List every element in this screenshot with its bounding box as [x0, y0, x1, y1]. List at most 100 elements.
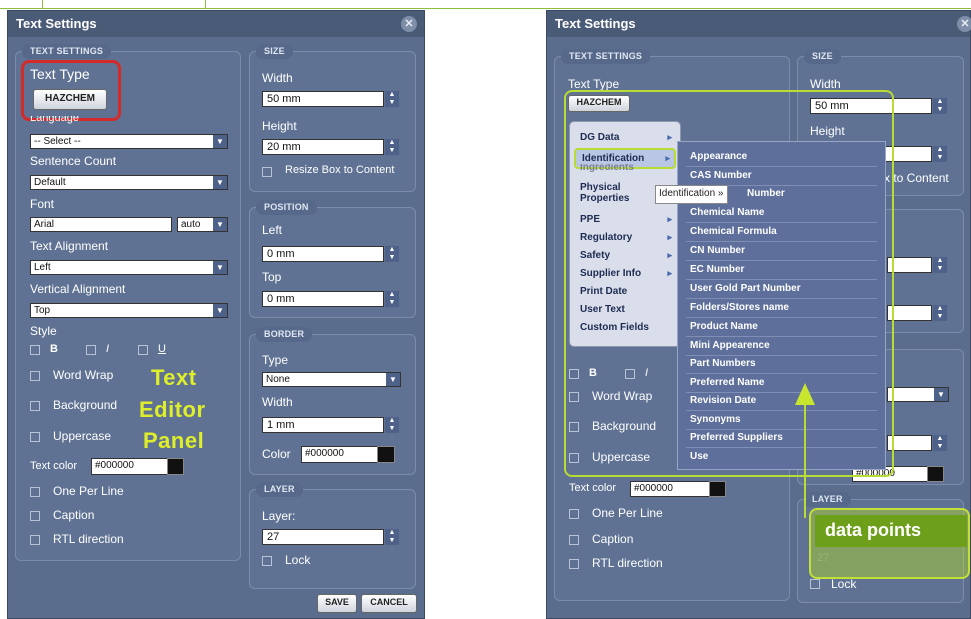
one-per-line-checkbox[interactable] — [569, 509, 579, 519]
width-input[interactable]: 50 mm ▲ ▼ — [262, 91, 399, 107]
border-legend: BORDER — [256, 327, 313, 342]
layer-input[interactable]: 27 ▲ ▼ — [262, 529, 399, 545]
stepper-icon[interactable]: ▲ ▼ — [385, 91, 399, 107]
menu-item-user-text[interactable]: User Text — [574, 301, 676, 318]
one-per-line-checkbox[interactable] — [30, 487, 40, 497]
chevron-down-icon: ▼ — [213, 261, 227, 274]
rtl-direction-label: RTL direction — [592, 556, 663, 570]
font-input[interactable]: Arial — [30, 217, 172, 232]
uppercase-checkbox[interactable] — [30, 432, 40, 442]
border-type-value: None — [266, 374, 290, 385]
submenu-item[interactable]: CAS Number — [686, 167, 877, 186]
menu-item-safety[interactable]: Safety ▸ — [574, 247, 676, 264]
submenu-item[interactable]: EC Number — [686, 261, 877, 280]
submenu-item[interactable]: Chemical Name — [686, 204, 877, 223]
underline-checkbox[interactable] — [138, 345, 148, 355]
rtl-direction-checkbox[interactable] — [30, 535, 40, 545]
lock-checkbox[interactable] — [810, 579, 820, 589]
caption-checkbox[interactable] — [30, 511, 40, 521]
caption-checkbox[interactable] — [569, 535, 579, 545]
text-color-swatch[interactable] — [709, 481, 726, 497]
text-alignment-select[interactable]: Left ▼ — [30, 260, 228, 275]
close-icon[interactable]: ✕ — [401, 16, 417, 32]
stepper-icon[interactable]: ▲ ▼ — [933, 305, 947, 321]
hazchem-button[interactable]: HAZCHEM — [33, 89, 107, 110]
stepper-icon[interactable]: ▲ ▼ — [933, 98, 947, 114]
submenu-item[interactable]: Mini Appearence — [686, 337, 877, 356]
submenu-item[interactable]: Revision Date — [686, 392, 877, 411]
menu-item-ingredients[interactable]: Ingredients — [574, 164, 676, 177]
language-label: Language — [30, 116, 79, 124]
page-top-tick-2 — [205, 0, 206, 9]
submenu-item[interactable]: CN Number — [686, 242, 877, 261]
border-color-input[interactable]: #000000 — [301, 446, 379, 463]
left-position-input[interactable]: 0 mm ▲ ▼ — [262, 246, 399, 262]
sentence-count-select-value: Default — [34, 177, 66, 188]
stepper-icon[interactable]: ▲ ▼ — [933, 146, 947, 162]
close-icon[interactable]: ✕ — [957, 16, 971, 32]
data-menu: DG Data ▸ Identification ▸ Ingredients Phy… — [569, 121, 681, 347]
menu-item-label: PPE — [580, 214, 601, 225]
font-label: Font — [30, 197, 55, 211]
border-color-swatch[interactable] — [377, 446, 395, 463]
font-size-select-value: auto — [181, 219, 201, 230]
font-size-select[interactable]: auto ▼ — [177, 217, 228, 232]
menu-item-regulatory[interactable]: Regulatory ▸ — [574, 229, 676, 246]
size-legend: SIZE — [804, 49, 841, 64]
layer-value-faded: 27 — [817, 552, 830, 564]
stepper-icon[interactable]: ▲ ▼ — [385, 529, 399, 545]
submenu-item[interactable]: Product Name — [686, 318, 877, 337]
submenu-item[interactable]: Folders/Stores name — [686, 299, 877, 318]
chevron-down-icon: ▼ — [213, 135, 227, 148]
menu-item-print-date[interactable]: Print Date — [574, 283, 676, 300]
vertical-alignment-select[interactable]: Top ▼ — [30, 303, 228, 318]
stepper-icon[interactable]: ▲ ▼ — [385, 139, 399, 155]
border-width-input[interactable]: 1 mm ▲ ▼ — [262, 417, 399, 433]
width-label: Width — [810, 77, 841, 91]
submenu-item[interactable]: User Gold Part Number — [686, 280, 877, 299]
border-type-select[interactable]: ▼ — [887, 387, 949, 402]
text-type-label: Text Type — [568, 77, 620, 91]
text-color-label: Text color — [569, 482, 617, 494]
resize-checkbox[interactable] — [262, 167, 272, 177]
lock-checkbox[interactable] — [262, 556, 272, 566]
background-checkbox[interactable] — [30, 401, 40, 411]
chevron-right-icon: ▸ — [667, 250, 672, 260]
height-input[interactable]: 20 mm ▲ ▼ — [262, 139, 399, 155]
top-position-input[interactable]: 0 mm ▲ ▼ — [262, 291, 399, 307]
submenu-item[interactable]: Use — [686, 448, 877, 466]
bold-checkbox[interactable] — [30, 345, 40, 355]
text-type-label: Text Type — [30, 66, 90, 82]
menu-item-dg-data[interactable]: DG Data ▸ — [574, 129, 676, 146]
text-color-input[interactable]: #000000 — [630, 481, 710, 497]
save-button[interactable]: SAVE — [317, 594, 357, 613]
chevron-down-icon: ▼ — [213, 304, 227, 317]
annotation-editor: Editor — [139, 397, 206, 422]
text-settings-legend: TEXT SETTINGS — [22, 44, 112, 59]
menu-item-ppe[interactable]: PPE ▸ — [574, 211, 676, 228]
text-color-swatch[interactable] — [167, 458, 184, 475]
stepper-icon[interactable]: ▲ ▼ — [385, 417, 399, 433]
rtl-direction-checkbox[interactable] — [569, 559, 579, 569]
border-color-swatch[interactable] — [927, 466, 944, 482]
cancel-button[interactable]: CANCEL — [361, 594, 417, 613]
menu-item-custom-fields[interactable]: Custom Fields — [574, 319, 676, 336]
sentence-count-select[interactable]: Default ▼ — [30, 175, 228, 190]
border-type-select[interactable]: None ▼ — [262, 372, 401, 387]
submenu-item[interactable]: Part Numbers — [686, 355, 877, 374]
language-select[interactable]: -- Select -- ▼ — [30, 134, 228, 149]
stepper-icon[interactable]: ▲ ▼ — [933, 435, 947, 451]
italic-label: I — [106, 343, 110, 355]
submenu-item[interactable]: Preferred Suppliers — [686, 429, 877, 448]
stepper-icon[interactable]: ▲ ▼ — [385, 291, 399, 307]
word-wrap-checkbox[interactable] — [30, 371, 40, 381]
submenu-item[interactable]: Chemical Formula — [686, 223, 877, 242]
stepper-icon[interactable]: ▲ ▼ — [385, 246, 399, 262]
submenu-item[interactable]: Synonyms — [686, 411, 877, 430]
menu-item-supplier-info[interactable]: Supplier Info ▸ — [574, 265, 676, 282]
submenu-item[interactable]: Appearance — [686, 148, 877, 167]
stepper-icon[interactable]: ▲ ▼ — [933, 257, 947, 273]
italic-checkbox[interactable] — [86, 345, 96, 355]
text-color-input[interactable]: #000000 — [91, 458, 169, 475]
submenu-item[interactable]: Preferred Name — [686, 374, 877, 393]
